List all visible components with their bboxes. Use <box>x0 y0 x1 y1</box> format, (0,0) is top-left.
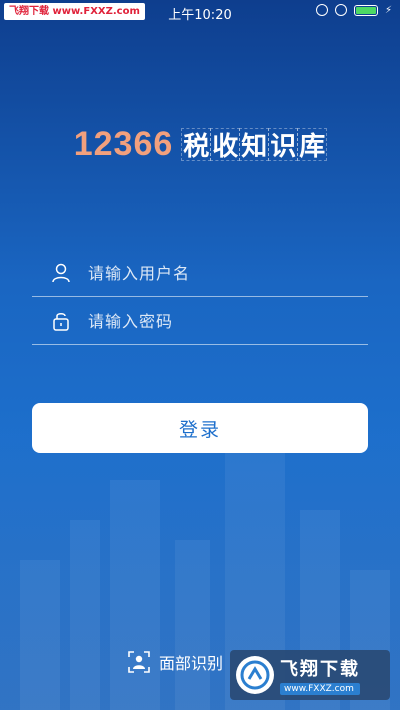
status-icons: ⚡ <box>315 4 392 16</box>
username-field[interactable] <box>32 250 368 297</box>
charging-icon: ⚡ <box>384 4 392 16</box>
battery-icon <box>353 4 378 16</box>
status-bar: 飞翔下载 www.FXXZ.com 上午10:20 ⚡ <box>0 0 400 24</box>
password-field[interactable] <box>32 298 368 345</box>
logo-char: 识 <box>268 128 299 162</box>
face-id-icon <box>128 651 150 673</box>
watermark-logo-icon <box>236 656 274 694</box>
logo-char: 知 <box>239 128 270 162</box>
logo-char: 库 <box>297 128 328 162</box>
watermark-title: 飞翔下载 <box>280 659 360 680</box>
rotation-lock-icon <box>315 4 328 16</box>
logo-title: 税 收 知 识 库 <box>181 128 328 162</box>
login-button[interactable]: 登录 <box>32 403 368 453</box>
watermark-url: www.FXXZ.com <box>280 683 360 695</box>
face-recognition-button[interactable]: 面部识别 <box>127 648 223 676</box>
user-icon <box>48 260 74 286</box>
username-input[interactable] <box>86 262 368 284</box>
logo-number: 12366 <box>73 125 174 163</box>
password-input[interactable] <box>86 310 368 332</box>
app-logo: 12366 税 收 知 识 库 <box>0 125 400 164</box>
bottom-watermark: 飞翔下载 www.FXXZ.com <box>230 650 390 700</box>
logo-char: 收 <box>210 128 241 162</box>
lock-icon <box>48 308 74 334</box>
logo-char: 税 <box>181 128 212 162</box>
face-recognition-label: 面部识别 <box>159 654 224 673</box>
alarm-icon <box>334 4 347 16</box>
